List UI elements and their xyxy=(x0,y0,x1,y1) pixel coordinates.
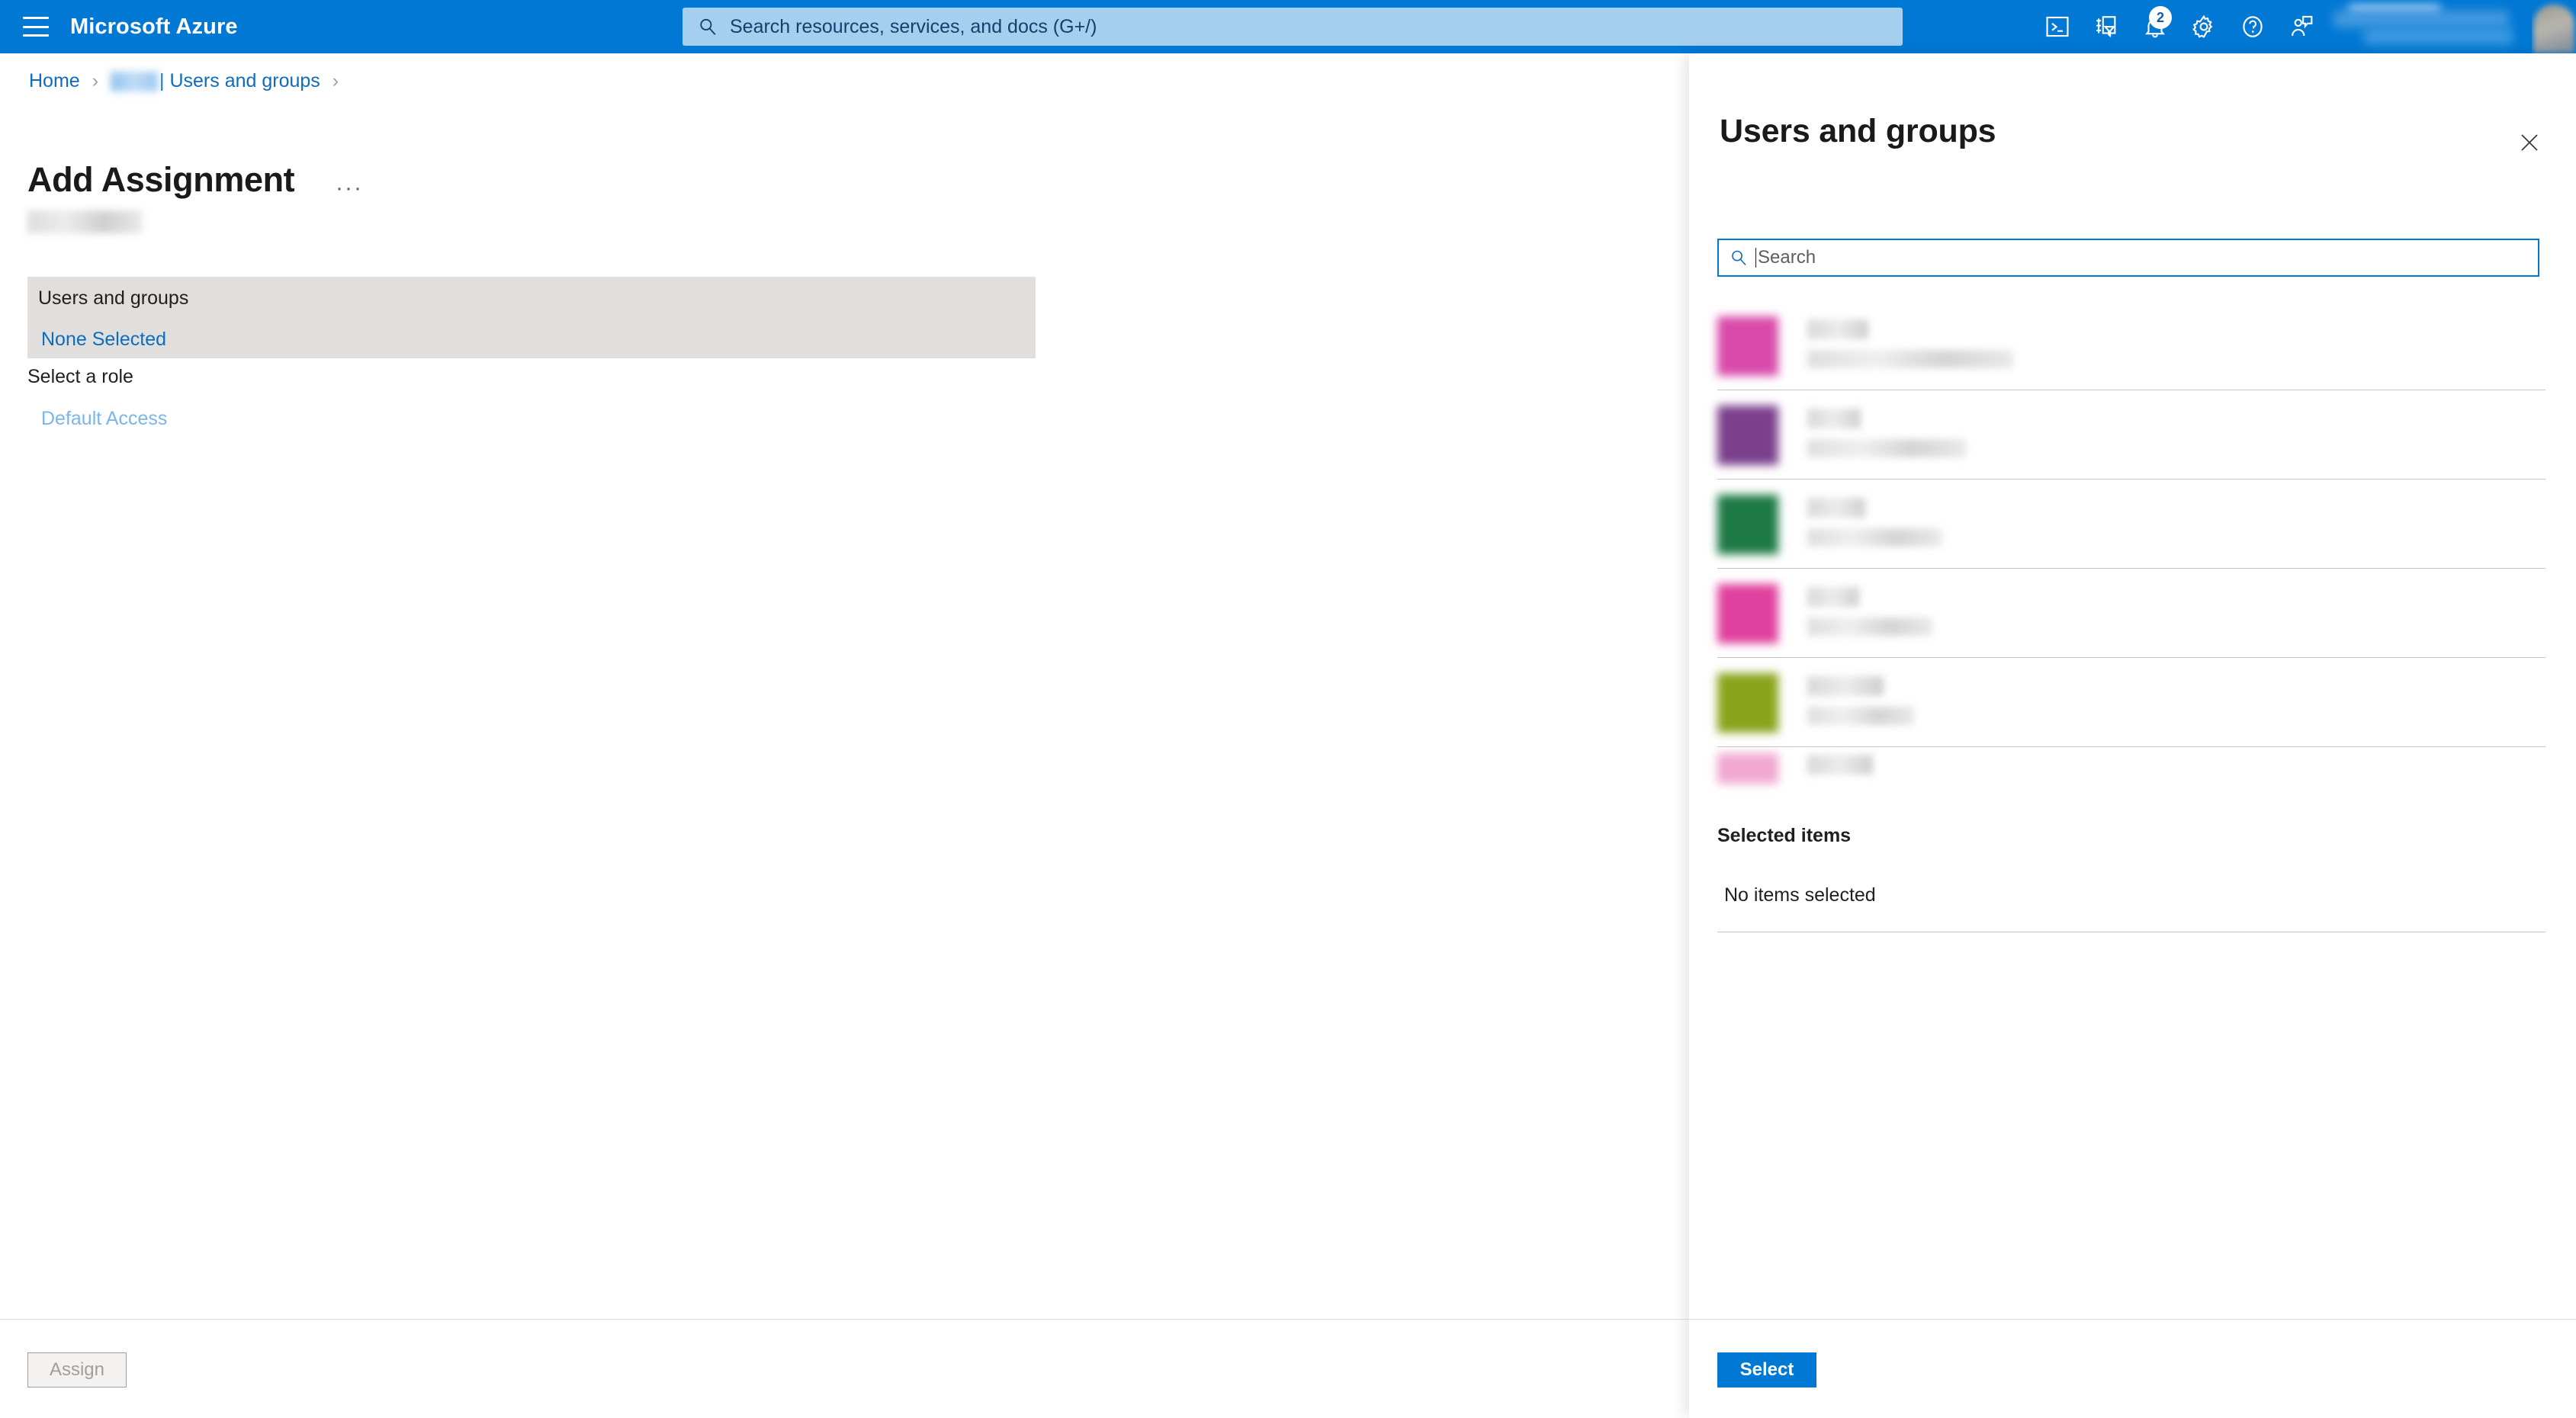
directories-subscriptions-icon[interactable] xyxy=(2082,0,2131,53)
page-subtitle-redacted xyxy=(27,210,142,233)
page-title: Add Assignment xyxy=(27,160,295,199)
hamburger-icon[interactable] xyxy=(23,17,49,37)
search-icon xyxy=(700,18,716,35)
list-item[interactable] xyxy=(1717,480,2545,569)
breadcrumb-home[interactable]: Home xyxy=(29,70,80,92)
user-name-redacted xyxy=(1807,587,1859,607)
breadcrumb-directory-redacted[interactable] xyxy=(111,71,159,91)
settings-gear-icon[interactable] xyxy=(2179,0,2228,53)
avatar xyxy=(1717,495,1778,554)
list-item[interactable] xyxy=(1717,390,2545,480)
user-name-redacted xyxy=(1807,409,1861,428)
panel-title: Users and groups xyxy=(1720,113,1996,149)
notifications-icon[interactable]: 2 xyxy=(2131,0,2179,53)
user-name-redacted xyxy=(1807,676,1884,696)
panel-footer-bar: Select xyxy=(1689,1319,2576,1418)
list-item[interactable]: ח xyxy=(1717,301,2545,390)
close-icon[interactable] xyxy=(2517,130,2542,156)
list-item[interactable] xyxy=(1717,658,2545,747)
user-name-redacted xyxy=(1807,498,1865,518)
users-and-groups-label: Users and groups xyxy=(38,287,189,309)
azure-portal-page: Microsoft Azure Search resources, servic… xyxy=(0,0,2576,1418)
avatar xyxy=(1717,316,1778,376)
selected-items-empty-text: No items selected xyxy=(1724,884,1876,906)
account-name-redacted[interactable] xyxy=(2326,0,2532,53)
avatar xyxy=(1717,753,1778,784)
avatar xyxy=(1717,584,1778,643)
breadcrumb: Home › | Users and groups › xyxy=(29,70,351,92)
users-and-groups-field[interactable]: Users and groups None Selected xyxy=(27,277,1036,358)
avatar[interactable] xyxy=(2532,0,2576,53)
panel-search-input[interactable]: Search xyxy=(1717,239,2539,277)
user-name-redacted xyxy=(1807,755,1873,775)
account-blur-mid xyxy=(2333,11,2509,27)
avatar-image-redacted xyxy=(2533,5,2574,53)
global-search-input[interactable]: Search resources, services, and docs (G+… xyxy=(683,8,1903,46)
main-content: Home › | Users and groups › Add Assignme… xyxy=(0,53,1689,1319)
avatar xyxy=(1717,406,1778,465)
select-button[interactable]: Select xyxy=(1717,1352,1816,1388)
search-icon xyxy=(1732,250,1746,266)
account-blur-bottom xyxy=(2364,29,2513,44)
brand-title[interactable]: Microsoft Azure xyxy=(70,14,238,40)
user-name-redacted xyxy=(1807,319,1868,339)
help-icon[interactable] xyxy=(2228,0,2277,53)
breadcrumb-separator-2: › xyxy=(332,70,339,91)
notification-badge: 2 xyxy=(2149,6,2172,29)
select-a-role-label: Select a role xyxy=(27,366,133,387)
global-header: Microsoft Azure Search resources, servic… xyxy=(0,0,2576,53)
user-email-redacted xyxy=(1807,439,1966,457)
role-value-link[interactable]: Default Access xyxy=(41,408,167,430)
text-caret xyxy=(1755,248,1756,268)
avatar xyxy=(1717,673,1778,733)
breadcrumb-users-and-groups[interactable]: Users and groups xyxy=(169,70,320,92)
users-and-groups-panel: Users and groups Search ח xyxy=(1689,53,2576,1418)
user-email-redacted xyxy=(1807,707,1914,725)
cloud-shell-icon[interactable] xyxy=(2033,0,2082,53)
global-search-placeholder: Search resources, services, and docs (G+… xyxy=(730,15,1097,37)
list-item[interactable] xyxy=(1717,569,2545,658)
selected-items-heading: Selected items xyxy=(1717,825,1852,846)
more-menu-button[interactable]: ··· xyxy=(336,177,363,200)
list-item[interactable] xyxy=(1717,747,2545,836)
left-footer-bar: Assign xyxy=(0,1319,1689,1418)
user-list: ח xyxy=(1717,301,2545,836)
users-and-groups-value-link[interactable]: None Selected xyxy=(41,329,166,351)
user-email-redacted xyxy=(1807,350,2013,368)
header-icon-group: 2 xyxy=(2033,0,2576,53)
panel-search-placeholder: Search xyxy=(1758,247,1816,268)
breadcrumb-pipe: | xyxy=(159,70,165,91)
breadcrumb-separator-1: › xyxy=(92,70,99,91)
user-email-redacted xyxy=(1807,528,1942,547)
feedback-icon[interactable] xyxy=(2277,0,2326,53)
assign-button[interactable]: Assign xyxy=(27,1352,127,1388)
user-email-redacted xyxy=(1807,618,1932,636)
